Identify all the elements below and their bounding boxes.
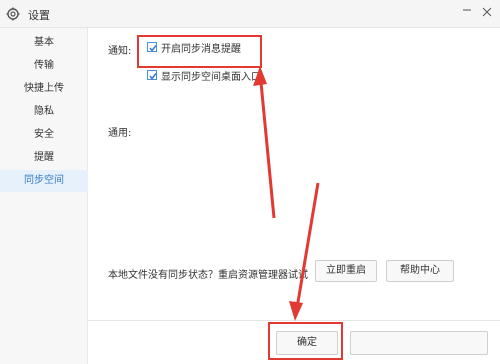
sidebar-item-privacy[interactable]: 隐私 [0,101,88,123]
annotation-box-notification [137,35,262,68]
settings-sidebar: 基本 传输 快捷上传 隐私 安全 提醒 同步空间 [0,28,88,364]
general-label: 通用: [108,128,132,139]
sync-status-hint: 本地文件没有同步状态？重启资源管理器试试 [108,270,308,281]
gear-icon [6,7,20,21]
sidebar-item-reminder[interactable]: 提醒 [0,147,88,169]
desktop-entry-option[interactable]: 显示同步空间桌面入口 [147,68,261,83]
sidebar-item-basic[interactable]: 基本 [0,32,88,54]
desktop-entry-label: 显示同步空间桌面入口 [161,71,261,83]
window-title: 设置 [28,9,50,22]
close-icon[interactable] [476,4,498,22]
restart-now-button[interactable]: 立即重启 [315,260,377,282]
sidebar-item-security[interactable]: 安全 [0,124,88,146]
notify-label: 通知: [108,46,132,57]
settings-content: 通知: 开启同步消息提醒 显示同步空间桌面入口 通用: 本地文件没有同步状态？重… [88,28,500,364]
minimize-icon[interactable] [456,4,478,22]
sidebar-item-quick-upload[interactable]: 快捷上传 [0,78,88,100]
desktop-entry-checkbox[interactable] [147,70,157,80]
cancel-button[interactable] [350,331,488,355]
title-bar: 设置 [0,0,500,28]
sidebar-item-sync-space[interactable]: 同步空间 [0,170,88,192]
annotation-box-ok [268,322,343,360]
help-center-button[interactable]: 帮助中心 [386,260,454,282]
sidebar-item-transfer[interactable]: 传输 [0,55,88,77]
